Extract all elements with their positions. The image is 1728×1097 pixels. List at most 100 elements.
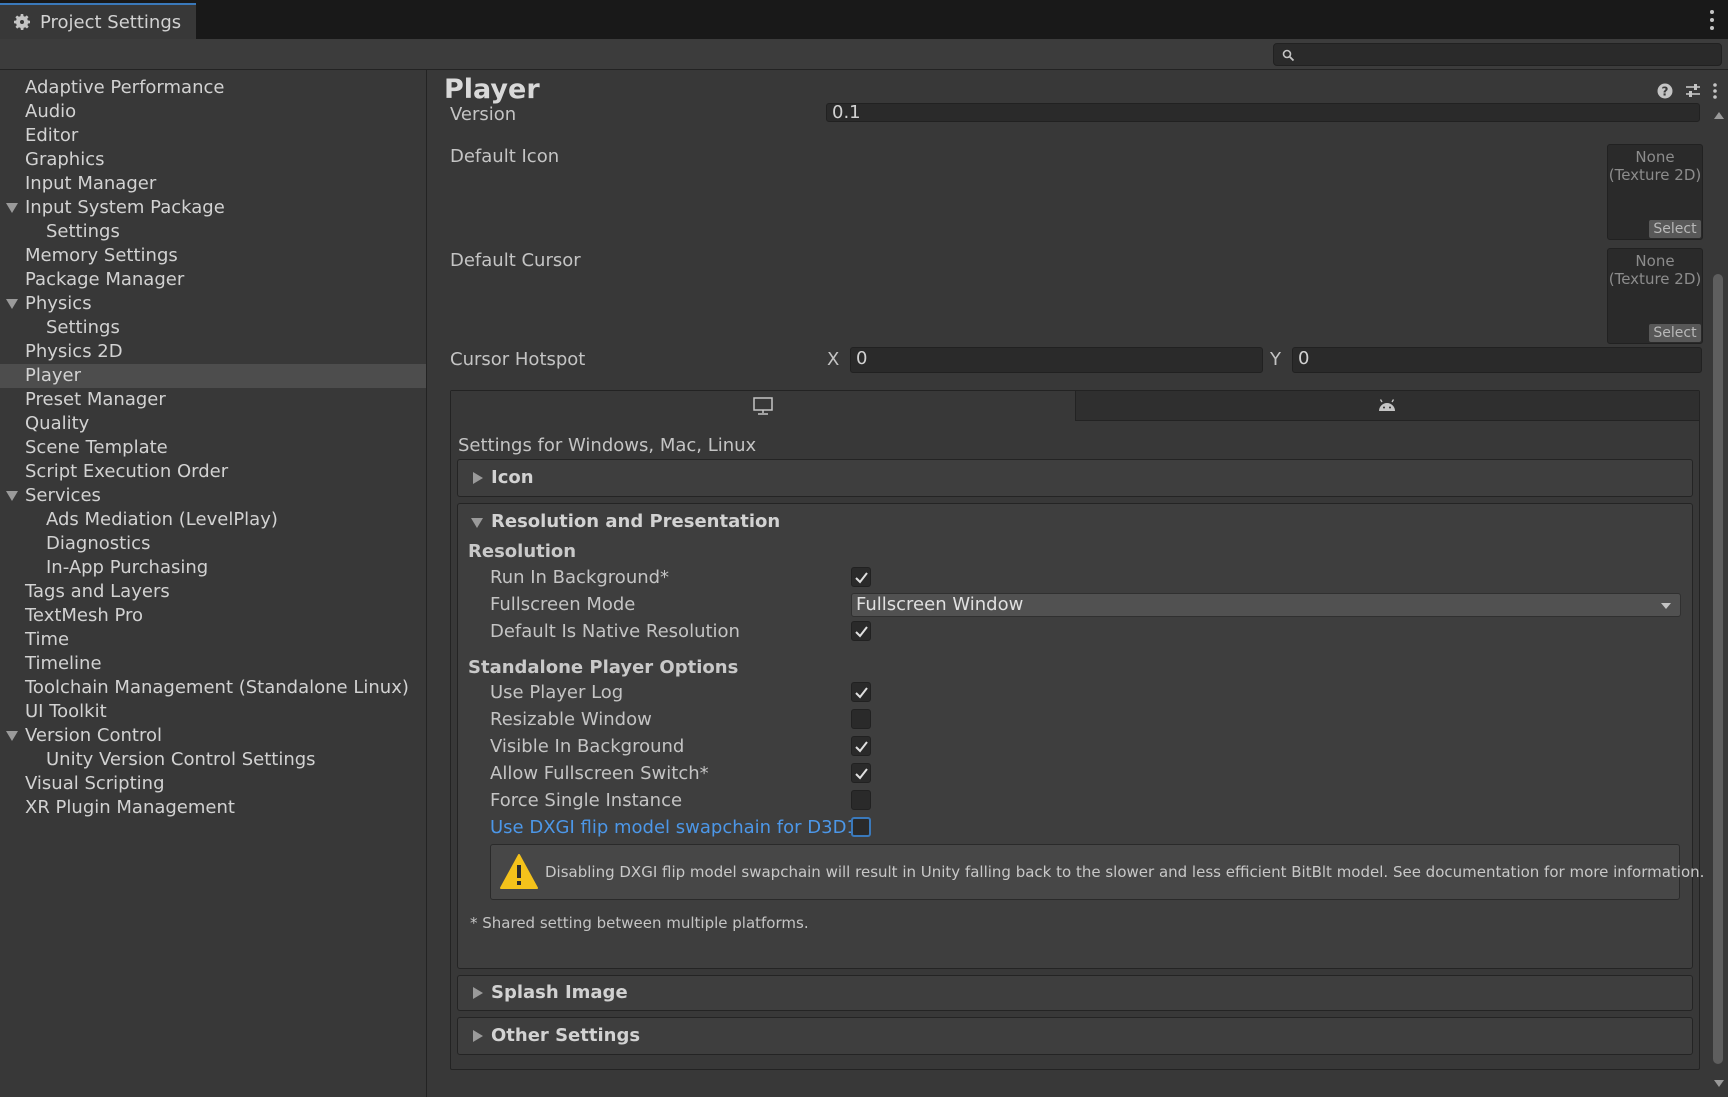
use-player-log-label: Use Player Log — [490, 682, 624, 703]
sidebar-item-time[interactable]: Time — [0, 628, 426, 652]
expand-arrow-icon[interactable] — [6, 203, 18, 213]
help-icon[interactable]: ? — [1656, 82, 1674, 100]
fullscreen-mode-label: Fullscreen Mode — [490, 594, 636, 615]
sidebar-item-toolchain-management[interactable]: Toolchain Management (Standalone Linux) — [0, 676, 426, 700]
sidebar-item-ui-toolkit[interactable]: UI Toolkit — [0, 700, 426, 724]
sidebar-item-input-system-package[interactable]: Input System Package — [0, 196, 426, 220]
force-single-instance-label: Force Single Instance — [490, 790, 683, 811]
expand-arrow-icon[interactable] — [6, 491, 18, 501]
sidebar-item-preset-manager[interactable]: Preset Manager — [0, 388, 426, 412]
sidebar-item-tags-and-layers[interactable]: Tags and Layers — [0, 580, 426, 604]
sidebar-item-input-system-settings[interactable]: Settings — [0, 220, 426, 244]
checkmark-icon — [855, 626, 868, 638]
hotspot-x-field[interactable]: 0 — [850, 347, 1263, 373]
default-icon-field[interactable]: None (Texture 2D) Select — [1607, 144, 1703, 240]
sidebar-item-player[interactable]: Player — [0, 364, 426, 388]
sidebar-item-services[interactable]: Services — [0, 484, 426, 508]
allow-fullscreen-switch-label: Allow Fullscreen Switch* — [490, 763, 709, 784]
sidebar-item-script-execution-order[interactable]: Script Execution Order — [0, 460, 426, 484]
sidebar-item-visual-scripting[interactable]: Visual Scripting — [0, 772, 426, 796]
hotspot-x-label: X — [827, 349, 840, 370]
resizable-window-checkbox[interactable] — [851, 709, 871, 729]
monitor-icon — [753, 397, 773, 415]
collapse-arrow-icon[interactable] — [471, 518, 483, 528]
page-title: Player — [444, 74, 540, 105]
sidebar-item-package-manager[interactable]: Package Manager — [0, 268, 426, 292]
dxgi-flip-label: Use DXGI flip model swapchain for D3D11 — [490, 817, 870, 838]
sidebar-item-audio[interactable]: Audio — [0, 100, 426, 124]
sidebar-item-graphics[interactable]: Graphics — [0, 148, 426, 172]
tab-android[interactable] — [1075, 391, 1699, 421]
version-field[interactable]: 0.1 — [826, 103, 1700, 122]
allow-fullscreen-switch-checkbox[interactable] — [851, 763, 871, 783]
sidebar-item-scene-template[interactable]: Scene Template — [0, 436, 426, 460]
window-menu-icon[interactable] — [1708, 10, 1716, 30]
settings-sidebar: Adaptive Performance Audio Editor Graphi… — [0, 70, 427, 1097]
section-other-settings[interactable]: Other Settings — [457, 1017, 1693, 1055]
section-resolution-title[interactable]: Resolution and Presentation — [491, 511, 780, 532]
sidebar-item-physics-2d[interactable]: Physics 2D — [0, 340, 426, 364]
section-splash-image[interactable]: Splash Image — [457, 975, 1693, 1011]
expand-arrow-icon[interactable] — [473, 987, 483, 999]
vertical-scrollbar[interactable] — [1711, 112, 1725, 1087]
search-icon — [1282, 49, 1295, 62]
sidebar-item-editor[interactable]: Editor — [0, 124, 426, 148]
default-icon-label: Default Icon — [450, 146, 560, 167]
sidebar-item-memory-settings[interactable]: Memory Settings — [0, 244, 426, 268]
sidebar-item-physics[interactable]: Physics — [0, 292, 426, 316]
expand-arrow-icon[interactable] — [473, 472, 483, 484]
sidebar-item-xr-plugin-management[interactable]: XR Plugin Management — [0, 796, 426, 820]
hotspot-y-label: Y — [1270, 349, 1281, 370]
default-cursor-field[interactable]: None (Texture 2D) Select — [1607, 248, 1703, 344]
scroll-down-arrow-icon[interactable] — [1714, 1080, 1724, 1087]
default-native-resolution-checkbox[interactable] — [851, 621, 871, 641]
expand-arrow-icon[interactable] — [6, 731, 18, 741]
expand-arrow-icon[interactable] — [473, 1030, 483, 1042]
checkmark-icon — [855, 768, 868, 780]
visible-in-background-label: Visible In Background — [490, 736, 685, 757]
run-in-background-checkbox[interactable] — [851, 567, 871, 587]
sidebar-item-in-app-purchasing[interactable]: In-App Purchasing — [0, 556, 426, 580]
scroll-thumb[interactable] — [1713, 274, 1723, 1064]
section-other-title: Other Settings — [491, 1025, 641, 1046]
search-input[interactable] — [1273, 43, 1722, 66]
hotspot-y-field[interactable]: 0 — [1292, 347, 1702, 373]
dxgi-flip-checkbox[interactable] — [851, 817, 871, 837]
sidebar-item-diagnostics[interactable]: Diagnostics — [0, 532, 426, 556]
sidebar-item-ads-mediation[interactable]: Ads Mediation (LevelPlay) — [0, 508, 426, 532]
player-settings-panel: Player ? Version 0.1 Default Icon None (… — [428, 70, 1728, 1097]
warning-message: Disabling DXGI flip model swapchain will… — [545, 863, 1705, 881]
checkmark-icon — [855, 572, 868, 584]
visible-in-background-checkbox[interactable] — [851, 736, 871, 756]
sidebar-item-physics-settings[interactable]: Settings — [0, 316, 426, 340]
object-field-none-text: None — [1635, 148, 1675, 166]
platform-tabs — [451, 391, 1699, 421]
select-cursor-button[interactable]: Select — [1649, 324, 1701, 342]
sidebar-item-timeline[interactable]: Timeline — [0, 652, 426, 676]
fullscreen-mode-dropdown[interactable]: Fullscreen Window — [851, 593, 1681, 617]
sidebar-item-version-control[interactable]: Version Control — [0, 724, 426, 748]
run-in-background-label: Run In Background* — [490, 567, 670, 588]
tab-standalone[interactable] — [451, 391, 1076, 421]
resolution-heading: Resolution — [468, 541, 577, 562]
sidebar-item-textmesh-pro[interactable]: TextMesh Pro — [0, 604, 426, 628]
object-field-type-text: (Texture 2D) — [1608, 270, 1702, 288]
force-single-instance-checkbox[interactable] — [851, 790, 871, 810]
sidebar-item-adaptive-performance[interactable]: Adaptive Performance — [0, 76, 426, 100]
preset-settings-icon[interactable] — [1684, 82, 1702, 100]
section-icon[interactable]: Icon — [457, 459, 1693, 497]
sidebar-item-quality[interactable]: Quality — [0, 412, 426, 436]
section-icon-title: Icon — [491, 467, 534, 488]
expand-arrow-icon[interactable] — [6, 299, 18, 309]
use-player-log-checkbox[interactable] — [851, 682, 871, 702]
scroll-up-arrow-icon[interactable] — [1714, 112, 1724, 119]
section-resolution-presentation: Resolution and Presentation Resolution R… — [457, 503, 1704, 969]
tab-title: Project Settings — [40, 11, 182, 33]
select-icon-button[interactable]: Select — [1649, 220, 1701, 238]
sidebar-item-unity-version-control-settings[interactable]: Unity Version Control Settings — [0, 748, 426, 772]
project-settings-tab[interactable]: Project Settings — [0, 3, 196, 39]
more-options-icon[interactable] — [1712, 82, 1718, 100]
sidebar-item-input-manager[interactable]: Input Manager — [0, 172, 426, 196]
checkmark-icon — [855, 741, 868, 753]
title-bar: Project Settings — [0, 0, 1728, 39]
